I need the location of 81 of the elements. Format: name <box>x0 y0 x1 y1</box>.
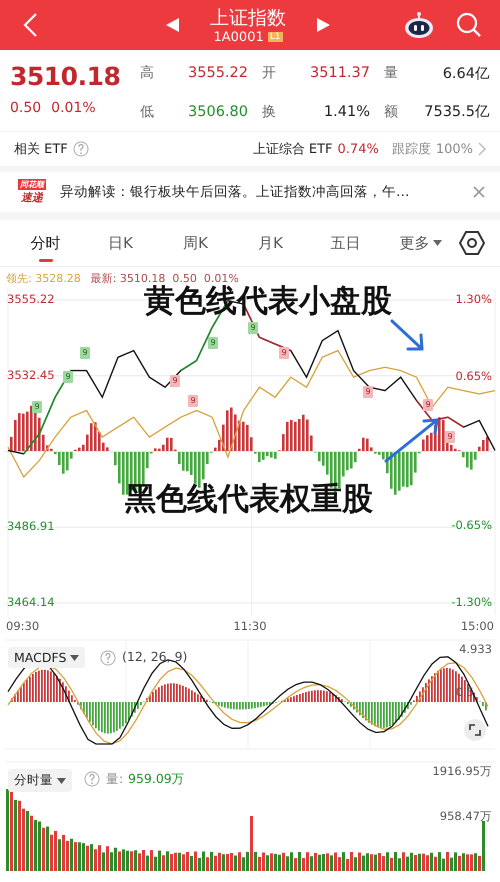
next-icon[interactable] <box>316 18 330 32</box>
signal-marker: 9 <box>32 401 42 413</box>
chart-tab[interactable]: 月K <box>233 228 308 258</box>
leading-index: 领先: 3528.28 <box>6 271 81 287</box>
signal-marker: 9 <box>423 399 433 411</box>
signal-marker: 9 <box>445 431 455 443</box>
stat-label: 量 <box>384 64 398 82</box>
search-icon[interactable] <box>456 12 482 38</box>
indicator-dropdown[interactable]: MACDFS <box>8 647 86 668</box>
signal-marker: 9 <box>188 395 198 407</box>
stat-value: 3555.22 <box>188 65 248 82</box>
expand-icon[interactable] <box>464 719 486 741</box>
axis-tick: 958.47万 <box>440 809 492 824</box>
caret-icon <box>57 778 66 784</box>
help-icon[interactable] <box>100 650 116 666</box>
etf-label: 相关 ETF <box>14 141 68 158</box>
price-tick: 3486.91 <box>7 519 55 534</box>
page-title: 上证指数 <box>210 6 286 30</box>
news-logo: 同花顺 速递 <box>17 179 47 205</box>
tracking-label: 跟踪度 <box>392 141 431 158</box>
price-tick: 3532.45 <box>7 368 55 382</box>
chart-tab[interactable]: 更多 <box>383 228 458 258</box>
axis-tick: 0.5 <box>456 685 474 699</box>
stock-code: 1A0001 <box>214 30 264 44</box>
back-icon[interactable] <box>22 12 38 38</box>
stat-value: 6.64亿 <box>442 64 490 83</box>
settings-icon[interactable] <box>458 229 486 257</box>
chart-tab[interactable]: 五日 <box>308 228 383 258</box>
signal-marker: 9 <box>63 371 73 383</box>
price-tick: 3555.22 <box>7 292 55 306</box>
caret-icon <box>70 654 80 660</box>
volume-dropdown[interactable]: 分时量 <box>8 769 72 792</box>
latest-price: 最新: 3510.18 0.50 0.01% <box>90 271 239 285</box>
caret-icon <box>432 240 442 246</box>
stat-value: 3506.80 <box>188 104 248 120</box>
news-headline[interactable]: 异动解读：银行板块午后回落。上证指数冲高回落，午… <box>60 183 462 201</box>
annotation-text: 黄色线代表小盘股 <box>144 285 392 317</box>
stat-value: 3511.37 <box>310 65 370 82</box>
stat-value: 1.41% <box>324 104 370 120</box>
percent-tick: 0.65% <box>455 369 492 383</box>
price-tick: 3464.14 <box>7 595 55 609</box>
stat-value: 7535.5亿 <box>424 103 490 122</box>
arrow-icon <box>384 417 440 463</box>
signal-marker: 9 <box>279 347 289 359</box>
annotation-text: 黑色线代表权重股 <box>125 483 373 515</box>
close-icon[interactable] <box>472 185 486 199</box>
stat-label: 开 <box>262 64 276 82</box>
signal-marker: 9 <box>170 375 180 387</box>
signal-marker: 9 <box>248 322 258 334</box>
robot-icon[interactable] <box>404 11 434 39</box>
signal-marker: 9 <box>363 386 373 398</box>
axis-tick: 4.933 <box>459 642 492 656</box>
etf-name[interactable]: 上证综合 ETF <box>252 140 333 158</box>
volume-label: 量: <box>106 771 124 788</box>
stat-label: 额 <box>384 102 398 121</box>
chart-tab[interactable]: 日K <box>83 228 158 258</box>
volume-value: 959.09万 <box>128 771 185 788</box>
percent-tick: -1.30% <box>451 595 492 609</box>
percent-change: 0.01% <box>51 100 96 116</box>
chart-tab[interactable]: 分时 <box>8 228 83 258</box>
time-label: 11:30 <box>232 619 268 633</box>
indicator-params: (12, 26, 9) <box>122 649 188 664</box>
axis-tick: 1916.95万 <box>432 764 492 779</box>
signal-marker: 9 <box>80 347 90 359</box>
previous-icon[interactable] <box>166 18 180 32</box>
stat-label: 换 <box>262 102 276 121</box>
stat-label: 低 <box>140 102 154 121</box>
time-label: 15:00 <box>460 619 494 633</box>
current-price: 3510.18 <box>10 61 122 93</box>
stat-label: 高 <box>140 64 154 82</box>
percent-tick: -0.65% <box>451 518 492 532</box>
price-change: 0.50 <box>10 100 42 116</box>
signal-marker: 9 <box>208 337 218 349</box>
tracking-value: 100% <box>436 142 473 156</box>
help-icon[interactable] <box>84 771 100 787</box>
time-label: 09:30 <box>6 619 40 633</box>
percent-tick: 1.30% <box>455 292 492 306</box>
chart-tab[interactable]: 周K <box>158 228 233 258</box>
level-badge: L1 <box>268 32 282 42</box>
etf-change: 0.74% <box>338 142 379 156</box>
help-icon[interactable] <box>72 141 89 157</box>
